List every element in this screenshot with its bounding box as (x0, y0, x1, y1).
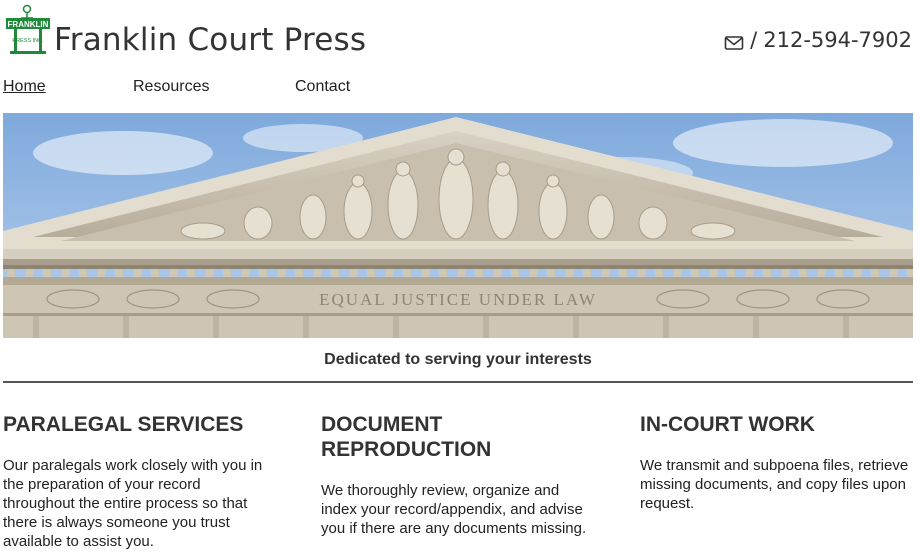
service-description: Our paralegals work closely with you in … (3, 457, 263, 550)
hero-inscription: EQUAL JUSTICE UNDER LAW (319, 290, 597, 309)
contact-info: / 212-594-7902 (724, 28, 912, 52)
service-description: We thoroughly review, organize and index… (321, 482, 587, 537)
service-in-court-work: IN-COURT WORK We transmit and subpoena f… (640, 412, 912, 513)
logo-text-top: FRANKLIN (8, 20, 49, 29)
tagline: Dedicated to serving your interests (324, 351, 592, 368)
service-title: PARALEGAL SERVICES (3, 413, 244, 436)
section-divider (3, 381, 913, 383)
service-paralegal: PARALEGAL SERVICES Our paralegals work c… (3, 412, 275, 551)
contact-separator: / (750, 28, 758, 52)
site-header: FRANKLIN PRESS INC. Franklin Court Press… (0, 0, 920, 72)
mail-icon[interactable] (724, 32, 744, 50)
nav-item-resources[interactable]: Resources (133, 78, 209, 96)
hero-image-courthouse-pediment: EQUAL JUSTICE UNDER LAW (3, 113, 913, 338)
franklin-press-logo[interactable]: FRANKLIN PRESS INC. (5, 4, 51, 56)
service-description: We transmit and subpoena files, retrieve… (640, 457, 909, 512)
logo-text-bottom: PRESS INC. (12, 38, 44, 44)
site-title[interactable]: Franklin Court Press (54, 22, 366, 58)
service-document-reproduction: DOCUMENT REPRODUCTION We thoroughly revi… (321, 412, 593, 538)
nav-item-home[interactable]: Home (3, 78, 46, 96)
phone-number[interactable]: 212-594-7902 (763, 28, 912, 52)
service-title: IN-COURT WORK (640, 413, 815, 436)
service-title: DOCUMENT REPRODUCTION (321, 413, 492, 461)
nav-item-contact[interactable]: Contact (295, 78, 350, 96)
